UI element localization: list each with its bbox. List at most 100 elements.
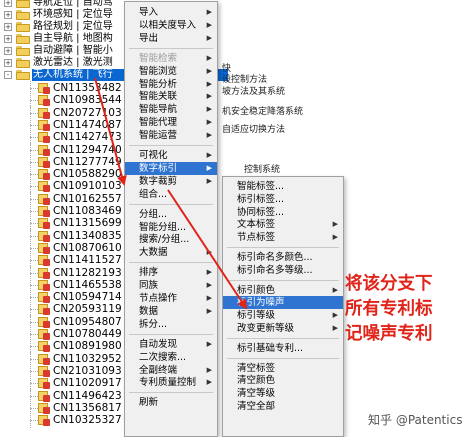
menu-item-label: 大数据: [139, 247, 168, 259]
menu-item-label: 标引为噪声: [237, 297, 285, 309]
folder-icon: [16, 22, 30, 32]
folder-icon: [16, 10, 30, 20]
menu-item[interactable]: 数字标引 ▶: [125, 161, 217, 175]
menu-item[interactable]: 专利质量控制 ▶: [125, 376, 217, 389]
menu-item[interactable]: 标引基础专利...: [223, 342, 343, 355]
menu-item[interactable]: 协同标签...: [223, 206, 343, 219]
menu-item[interactable]: 改变更新等级 ▶: [223, 322, 343, 335]
expand-icon[interactable]: +: [4, 23, 12, 31]
menu-item[interactable]: 同族 ▶: [125, 279, 217, 292]
submenu-arrow-icon: ▶: [206, 248, 212, 257]
menu-item[interactable]: 智能分组...: [125, 221, 217, 234]
tree-guide-stub: [30, 420, 38, 422]
tree-guide-stub: [30, 112, 38, 114]
menu-item[interactable]: 清空等级: [223, 387, 343, 400]
menu-item[interactable]: 以相关度导入 ▶: [125, 19, 217, 32]
menu-item[interactable]: 智能代理 ▶: [125, 116, 217, 129]
menu-item[interactable]: 标引命名多等级...: [223, 264, 343, 277]
expand-icon[interactable]: +: [4, 11, 12, 19]
menu-item[interactable]: 节点操作 ▶: [125, 292, 217, 305]
submenu-arrow-icon: ▶: [206, 118, 212, 127]
menu-item-label: 二次搜索...: [139, 351, 187, 363]
menu-separator: [227, 337, 339, 339]
menu-item[interactable]: 文本标签 ▶: [223, 218, 343, 231]
menu-item-label: 改变更新等级: [237, 323, 295, 334]
menu-item-label: 标引等级: [237, 310, 276, 322]
menu-item[interactable]: 导入 ▶: [125, 6, 217, 19]
menu-item[interactable]: 数据 ▶: [125, 305, 217, 318]
menu-item[interactable]: 搜索/分组...: [125, 233, 217, 246]
expand-icon[interactable]: +: [4, 35, 12, 43]
folder-icon: [16, 34, 30, 44]
menu-item[interactable]: 智能导航 ▶: [125, 103, 217, 116]
menu-separator: [227, 357, 339, 359]
annotation-line: 所有专利标: [345, 299, 433, 319]
menu-item[interactable]: 智能运营 ▶: [125, 129, 217, 142]
menu-item[interactable]: 智能浏览 ▶: [125, 65, 217, 78]
menu-item[interactable]: 组合...: [125, 188, 217, 201]
tree-guide-stub: [30, 235, 38, 237]
submenu-arrow-icon: ▶: [206, 176, 212, 185]
tree-guide-stub: [30, 161, 38, 163]
submenu-arrow-icon: ▶: [332, 324, 338, 332]
tree-guide-stub: [30, 223, 38, 225]
menu-item[interactable]: 智能标签...: [223, 180, 343, 193]
menu-item[interactable]: 标引等级 ▶: [223, 309, 343, 322]
tree-guide-stub: [30, 395, 38, 397]
submenu-arrow-icon: ▶: [206, 365, 212, 374]
menu-separator: [129, 47, 213, 49]
tree-folder-label: 自动避障 | 智能小: [33, 45, 113, 56]
menu-item[interactable]: 全副终端 ▶: [125, 364, 217, 377]
expand-icon[interactable]: +: [4, 0, 12, 7]
tree-guide-stub: [30, 100, 38, 102]
menu-item-label: 拆分...: [139, 318, 168, 330]
tree-guide-stub: [30, 272, 38, 274]
menu-item: 智能检索 ▶: [125, 52, 217, 65]
tree-guide-stub: [30, 174, 38, 176]
expand-icon[interactable]: +: [4, 47, 12, 55]
menu-item[interactable]: 清空颜色: [223, 374, 343, 387]
tree-guide-stub: [30, 321, 38, 323]
menu-item-label: 标引命名多等级...: [237, 264, 313, 276]
tree-guide-stub: [30, 284, 38, 286]
menu-item[interactable]: 自动发现 ▶: [125, 338, 217, 351]
tree-guide-stub: [30, 370, 38, 372]
expand-icon[interactable]: +: [4, 59, 12, 67]
folder-icon: [16, 70, 30, 80]
submenu-arrow-icon: ▶: [332, 285, 338, 294]
menu-item[interactable]: 节点标签 ▶: [223, 231, 343, 244]
menu-item[interactable]: 数字裁剪 ▶: [125, 175, 217, 188]
menu-item[interactable]: 导出 ▶: [125, 32, 217, 45]
menu-item-label: 清空标签: [237, 362, 276, 374]
menu-item-label: 节点操作: [139, 293, 178, 304]
menu-item[interactable]: 拆分...: [125, 318, 217, 331]
menu-item-label: 数字标引: [139, 162, 178, 174]
menu-item[interactable]: 分组...: [125, 208, 217, 221]
background-patent-title: 自适应切换方法: [222, 125, 286, 135]
menu-item[interactable]: 标引颜色 ▶: [223, 284, 343, 297]
menu-item[interactable]: 刷新: [125, 396, 217, 409]
menu-item[interactable]: 智能关联 ▶: [125, 90, 217, 103]
patent-row[interactable]: CN10325327: [0, 413, 124, 429]
menu-item[interactable]: 排序 ▶: [125, 266, 217, 279]
menu-item-label: 标引标签...: [237, 193, 285, 205]
menu-separator: [227, 247, 339, 248]
submenu-arrow-icon: ▶: [332, 220, 338, 229]
menu-item-label: 文本标签: [237, 219, 276, 231]
menu-item[interactable]: 标引为噪声: [223, 296, 343, 310]
menu-item[interactable]: 智能分析 ▶: [125, 78, 217, 91]
menu-item-label: 可视化: [139, 150, 168, 161]
menu-separator: [129, 203, 213, 205]
collapse-icon[interactable]: -: [4, 71, 12, 79]
tree-guide-stub: [30, 186, 38, 188]
menu-item-label: 智能浏览: [139, 65, 178, 77]
menu-item[interactable]: 可视化 ▶: [125, 149, 217, 162]
menu-item[interactable]: 清空标签: [223, 362, 343, 375]
menu-item[interactable]: 标引标签...: [223, 193, 343, 206]
menu-item[interactable]: 标引命名多颜色...: [223, 251, 343, 264]
submenu-arrow-icon: ▶: [206, 92, 212, 101]
menu-item[interactable]: 清空全部: [223, 400, 343, 413]
menu-item[interactable]: 大数据 ▶: [125, 246, 217, 259]
menu-item[interactable]: 二次搜索...: [125, 351, 217, 364]
submenu-arrow-icon: ▶: [332, 311, 338, 320]
